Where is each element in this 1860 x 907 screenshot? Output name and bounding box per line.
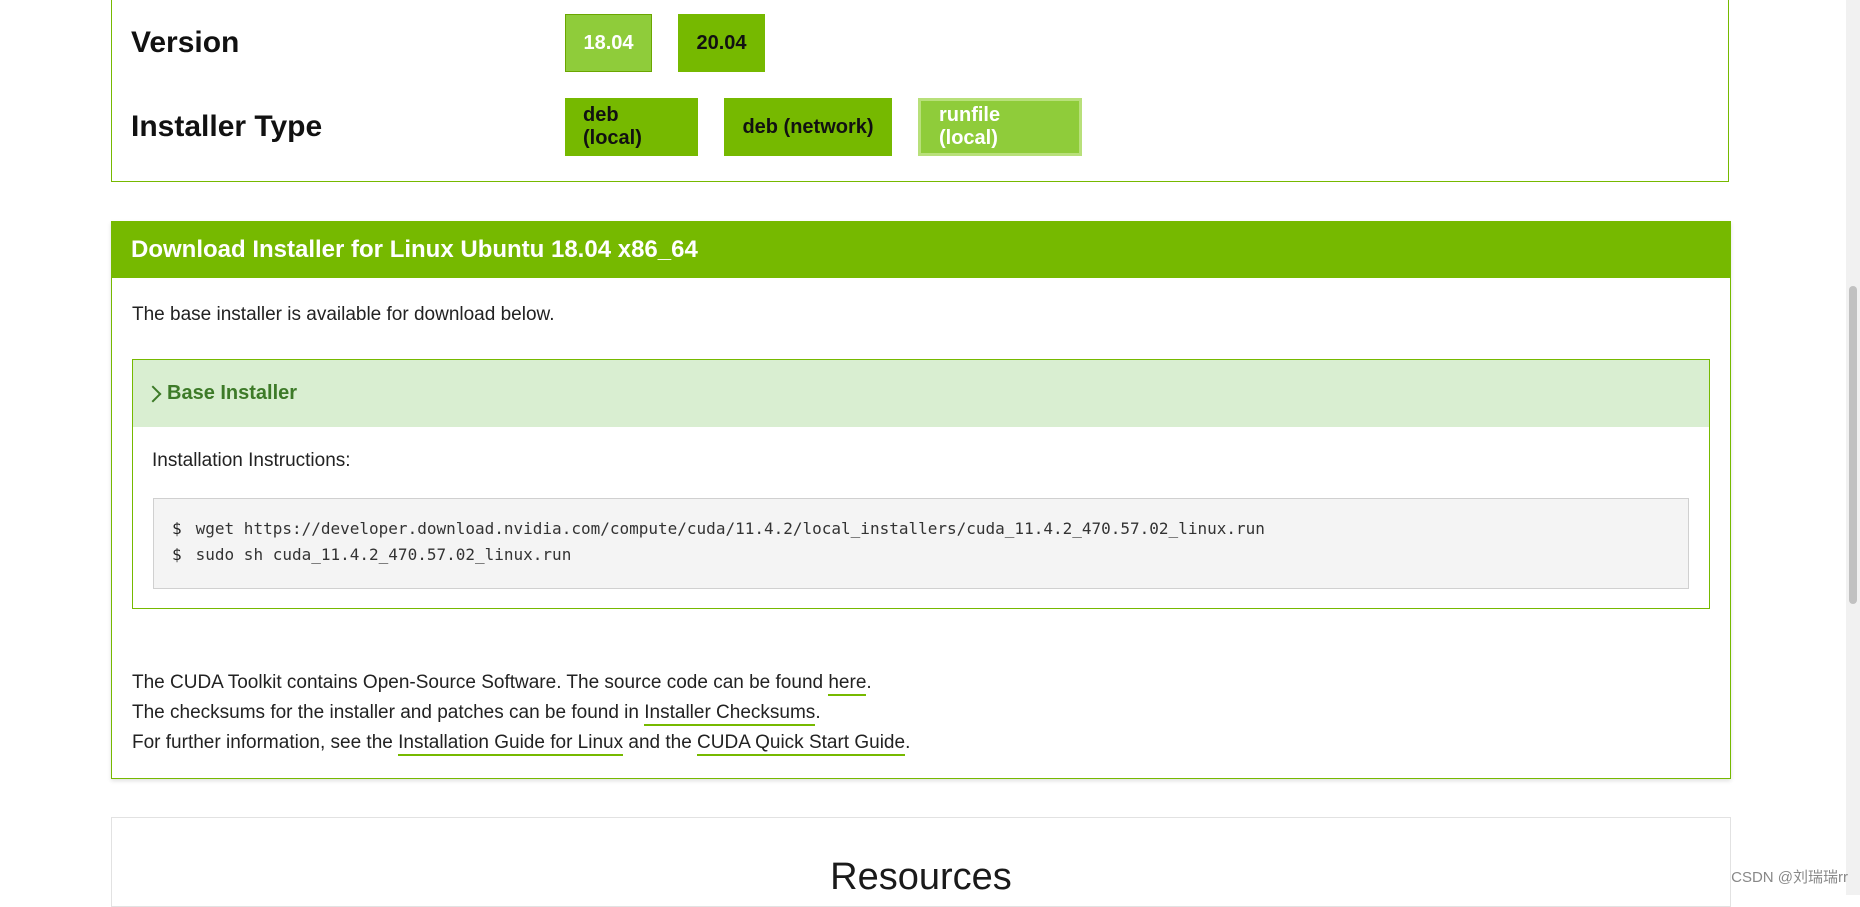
installation-guide-link[interactable]: Installation Guide for Linux — [398, 732, 624, 756]
installer-option-deb-local[interactable]: deb (local) — [565, 98, 698, 156]
command-block[interactable]: $ wget https://developer.download.nvidia.… — [153, 498, 1689, 589]
installer-selector-panel: Version 18.04 20.04 Installer Type deb (… — [111, 0, 1729, 182]
command-line: $ sudo sh cuda_11.4.2_470.57.02_linux.run — [172, 545, 1688, 571]
base-installer-toggle[interactable]: Base Installer — [133, 360, 1709, 427]
info-text-3: For further information, see the — [132, 732, 399, 753]
base-installer-title: Base Installer — [167, 382, 298, 404]
version-option-18-04[interactable]: 18.04 — [565, 14, 652, 72]
quick-start-guide-link[interactable]: CUDA Quick Start Guide — [697, 732, 906, 756]
resources-section: Resources — [111, 817, 1731, 907]
version-label: Version — [131, 26, 240, 59]
info-line-guides: For further information, see the Install… — [132, 728, 910, 758]
download-panel: Download Installer for Linux Ubuntu 18.0… — [111, 221, 1731, 779]
shell-prompt: $ — [172, 545, 182, 564]
installer-checksums-link[interactable]: Installer Checksums — [644, 702, 816, 726]
installer-type-row: Installer Type deb (local) deb (network)… — [131, 98, 1108, 156]
scrollbar-thumb[interactable] — [1849, 286, 1857, 604]
download-title: Download Installer for Linux Ubuntu 18.0… — [112, 222, 1730, 278]
page: Version 18.04 20.04 Installer Type deb (… — [0, 0, 1860, 907]
info-text: The CUDA Toolkit contains Open-Source So… — [132, 668, 910, 758]
watermark: CSDN @刘瑞瑞rr — [1731, 869, 1848, 886]
period: . — [905, 732, 911, 753]
period: . — [815, 702, 821, 723]
version-option-20-04[interactable]: 20.04 — [678, 14, 765, 72]
version-row: Version 18.04 20.04 — [131, 14, 791, 72]
command-text: wget https://developer.download.nvidia.c… — [195, 519, 1265, 538]
info-text-and: and the — [623, 732, 698, 753]
installer-option-runfile-local[interactable]: runfile (local) — [918, 98, 1082, 156]
shell-prompt: $ — [172, 519, 182, 538]
scrollbar[interactable] — [1846, 0, 1860, 895]
installer-option-deb-network[interactable]: deb (network) — [724, 98, 892, 156]
here-link[interactable]: here — [828, 672, 867, 696]
installer-type-label: Installer Type — [131, 110, 323, 143]
chevron-right-icon — [144, 385, 162, 402]
command-text: sudo sh cuda_11.4.2_470.57.02_linux.run — [195, 545, 572, 564]
info-line-source: The CUDA Toolkit contains Open-Source So… — [132, 668, 910, 698]
resources-title: Resources — [830, 856, 1012, 898]
period: . — [866, 672, 872, 693]
info-text-2: The checksums for the installer and patc… — [132, 702, 645, 723]
download-note: The base installer is available for down… — [132, 304, 555, 325]
installation-instructions-label: Installation Instructions: — [152, 450, 351, 471]
command-line: $ wget https://developer.download.nvidia.… — [172, 519, 1688, 545]
info-line-checksums: The checksums for the installer and patc… — [132, 698, 910, 728]
base-installer-section: Base Installer Installation Instructions… — [132, 359, 1710, 609]
info-text-1: The CUDA Toolkit contains Open-Source So… — [132, 672, 829, 693]
